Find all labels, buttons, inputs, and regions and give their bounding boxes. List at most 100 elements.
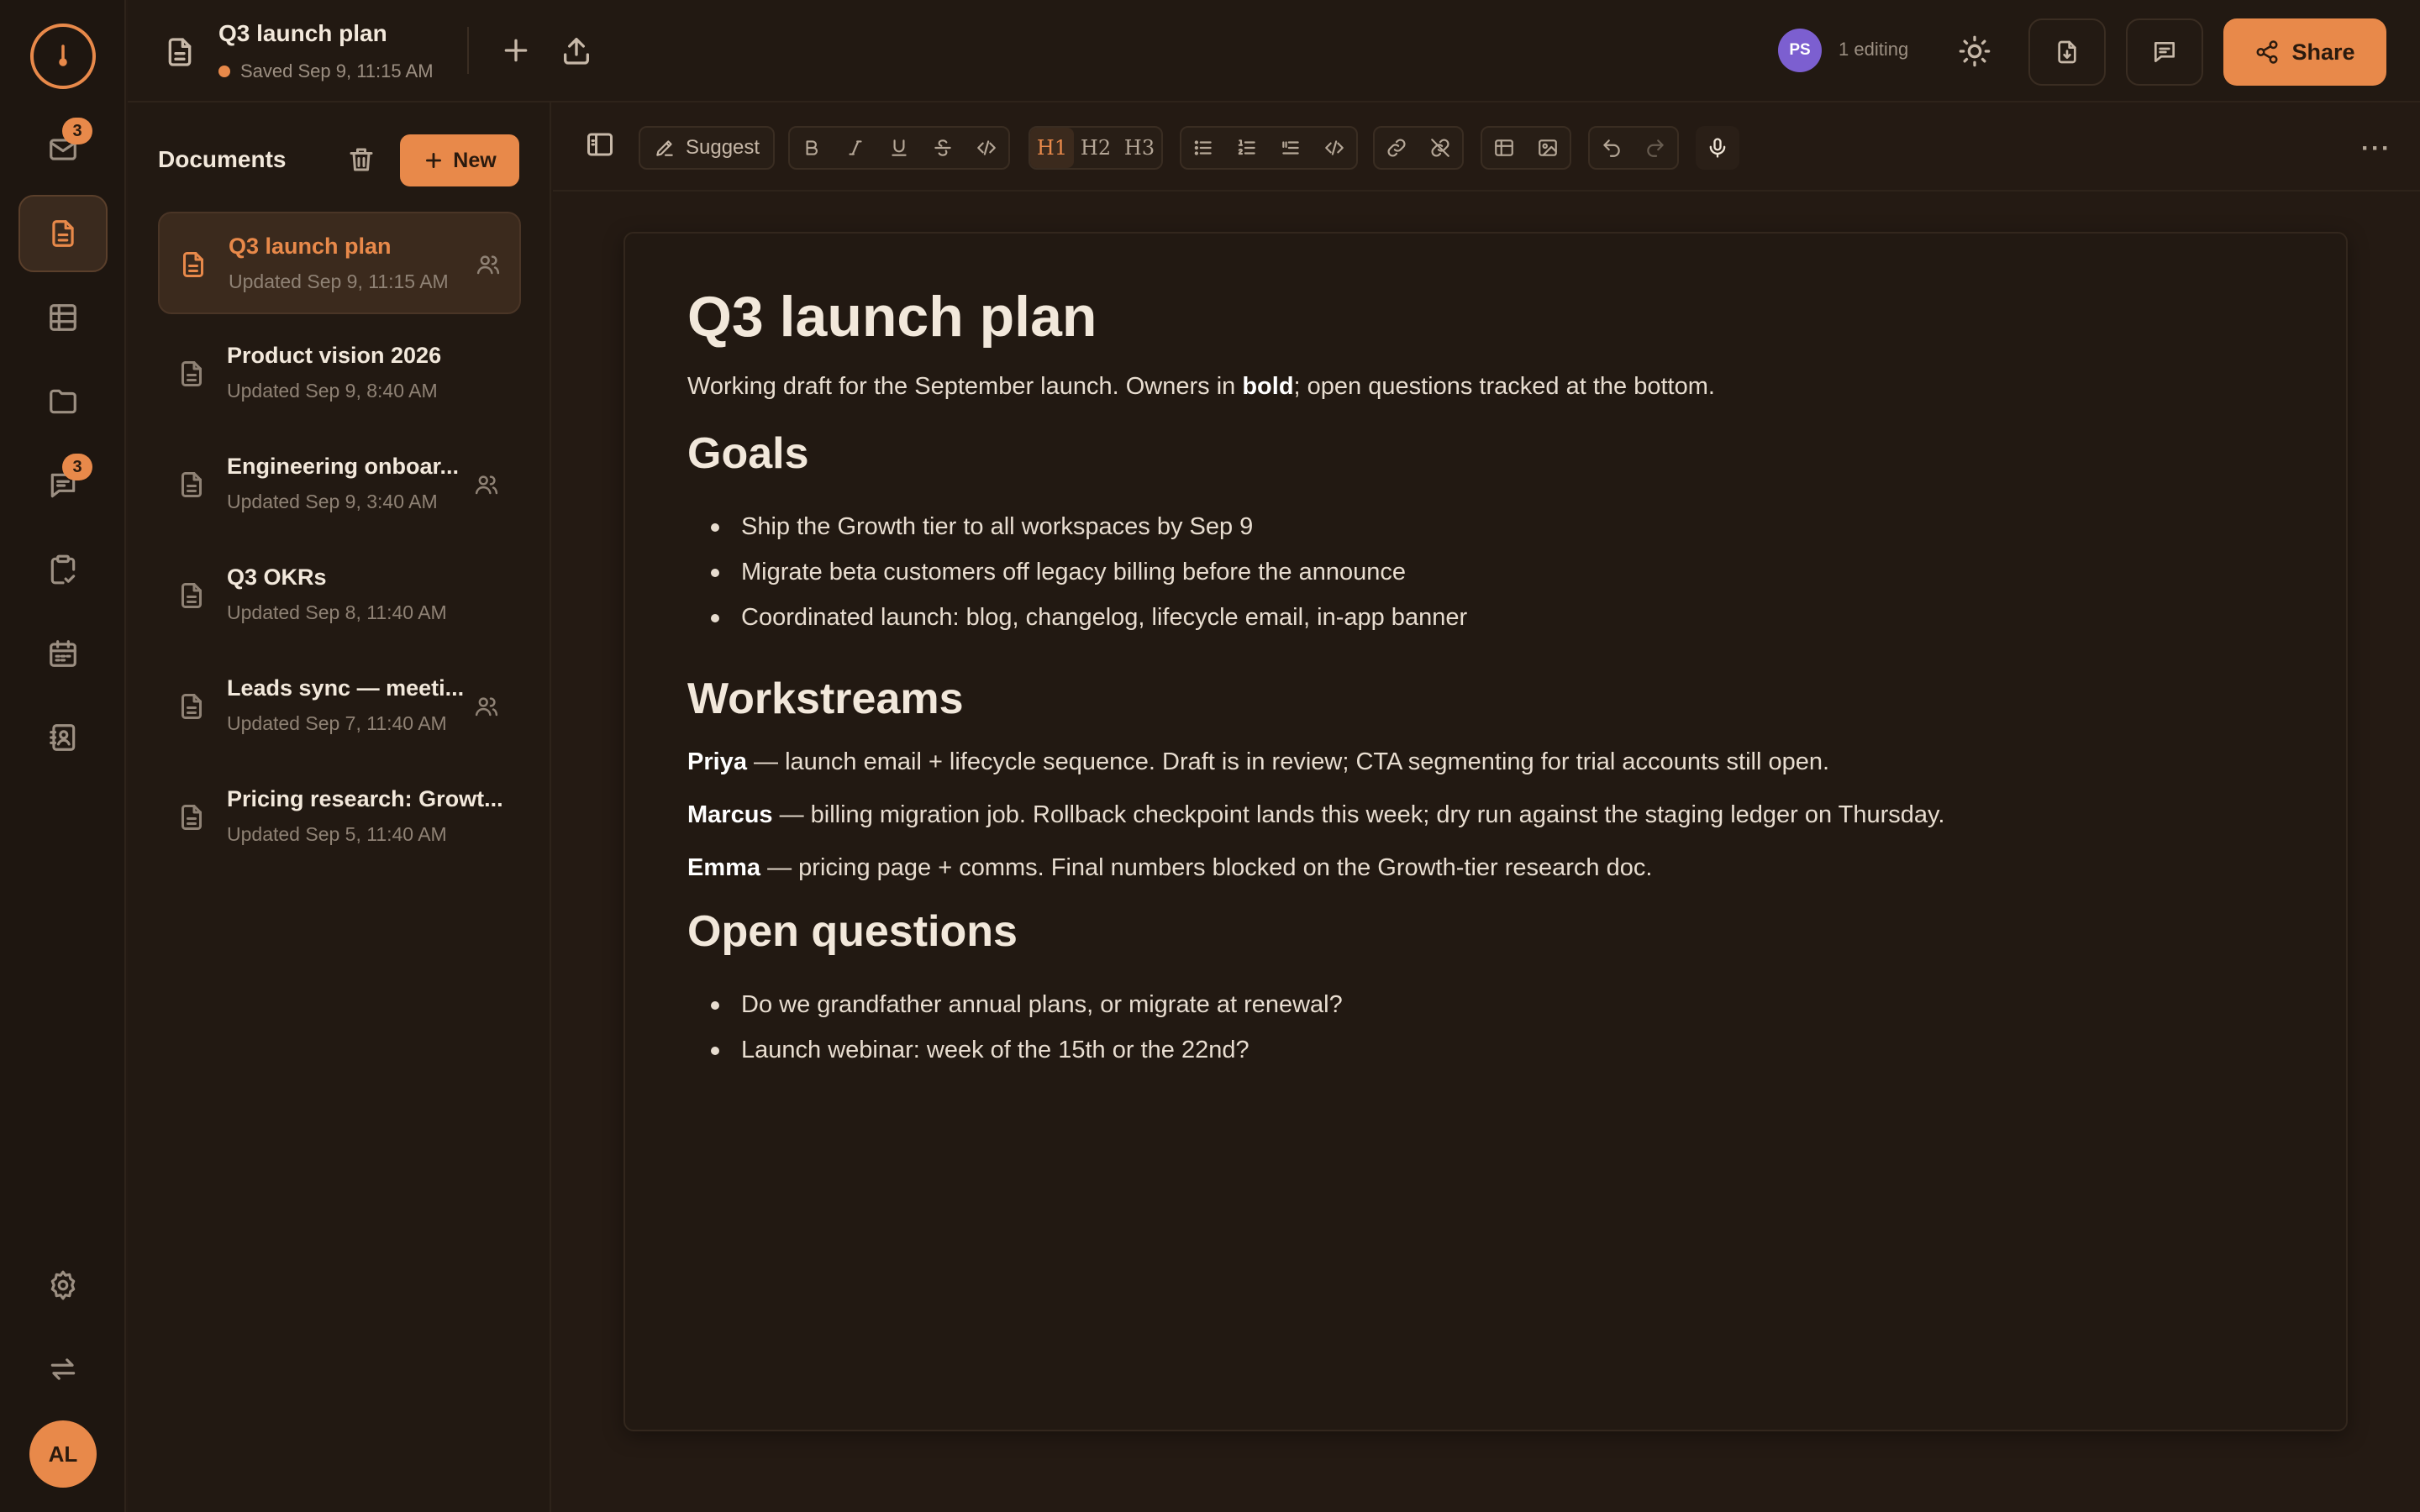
document-item-updated: Updated Sep 7, 11:40 AM [227, 712, 447, 734]
more-options-button[interactable]: ··· [2358, 134, 2395, 162]
app-logo-icon[interactable] [30, 24, 96, 89]
swap-arrows-icon [47, 1353, 79, 1385]
undo-icon [1601, 137, 1623, 159]
insert-image-button[interactable] [1526, 128, 1570, 168]
redo-icon [1644, 137, 1666, 159]
upload-icon[interactable] [560, 34, 593, 67]
document-icon [176, 358, 207, 390]
heading-2-button[interactable]: H2 [1074, 128, 1118, 168]
unlink-button[interactable] [1418, 128, 1462, 168]
underline-button[interactable] [877, 128, 921, 168]
list-group [1180, 126, 1358, 170]
rail-switch-button[interactable] [18, 1331, 108, 1408]
editor-page[interactable]: Q3 launch plan Working draft for the Sep… [623, 232, 2348, 1431]
insert-table-button[interactable] [1482, 128, 1526, 168]
sun-icon[interactable] [1958, 34, 1991, 68]
underline-icon [888, 137, 910, 159]
quote-button[interactable] [1269, 128, 1313, 168]
bold-button[interactable] [790, 128, 834, 168]
list-item: Ship the Growth tier to all workspaces b… [711, 504, 2284, 549]
strikethrough-button[interactable] [921, 128, 965, 168]
document-item-updated: Updated Sep 5, 11:40 AM [227, 823, 447, 845]
undo-button[interactable] [1590, 128, 1634, 168]
document-list-item[interactable]: Pricing research: Growt... Updated Sep 5… [158, 766, 521, 869]
bold-icon [801, 137, 823, 159]
code-block-button[interactable] [1313, 128, 1356, 168]
user-avatar[interactable]: AL [29, 1420, 97, 1488]
contacts-icon [47, 722, 79, 753]
numbered-list-button[interactable] [1225, 128, 1269, 168]
bullet-list-button[interactable] [1181, 128, 1225, 168]
link-icon [1386, 137, 1407, 159]
calendar-icon [47, 638, 79, 669]
rail-documents-button[interactable] [18, 195, 108, 272]
goals-list: Ship the Growth tier to all workspaces b… [711, 504, 2284, 640]
intro-text-end: ; open questions tracked at the bottom. [1293, 373, 1715, 400]
share-icon [2254, 39, 2280, 65]
questions-list: Do we grandfather annual plans, or migra… [711, 982, 2284, 1073]
italic-button[interactable] [834, 128, 877, 168]
quote-icon [1280, 137, 1302, 159]
table-icon [47, 302, 79, 333]
image-icon [1537, 137, 1559, 159]
rail-chat-button[interactable]: 3 [18, 447, 108, 524]
intro-text: Working draft for the September launch. … [687, 373, 1243, 400]
document-list-item[interactable]: Engineering onboar... Updated Sep 9, 3:4… [158, 433, 521, 536]
export-button[interactable] [2028, 18, 2106, 86]
suggest-label: Suggest [686, 136, 760, 159]
microphone-icon [1706, 136, 1729, 160]
numbered-list-icon [1236, 137, 1258, 159]
share-button[interactable]: Share [2223, 18, 2386, 86]
document-item-updated: Updated Sep 9, 3:40 AM [227, 491, 438, 512]
comments-button[interactable] [2126, 18, 2203, 86]
new-document-button[interactable]: New [400, 134, 519, 186]
rail-files-button[interactable] [18, 363, 108, 440]
rail-tasks-button[interactable] [18, 531, 108, 608]
owner-name: Marcus [687, 801, 773, 828]
editor-content[interactable]: Q3 launch plan Working draft for the Sep… [687, 284, 2284, 1073]
app-rail: 3 3 AL [0, 0, 126, 1512]
share-label: Share [2291, 39, 2355, 65]
rail-settings-button[interactable] [18, 1247, 108, 1324]
document-item-title: Leads sync — meeti... [227, 675, 465, 701]
redo-button[interactable] [1634, 128, 1677, 168]
dictation-button[interactable] [1696, 126, 1739, 170]
divider [467, 27, 469, 74]
add-document-icon[interactable] [499, 34, 533, 67]
owner-name: Emma [687, 854, 761, 881]
heading-3-button[interactable]: H3 [1118, 128, 1161, 168]
workstream-paragraph: Priya — launch email + lifecycle sequenc… [687, 736, 2284, 789]
new-label: New [453, 148, 497, 172]
collaborator-avatar[interactable]: PS [1778, 29, 1822, 72]
inline-code-button[interactable] [965, 128, 1008, 168]
intro-bold-text: bold [1242, 373, 1294, 400]
save-status: Saved Sep 9, 11:15 AM [218, 60, 434, 82]
heading-1-button[interactable]: H1 [1030, 128, 1074, 168]
document-icon [176, 690, 207, 722]
document-list-item[interactable]: Leads sync — meeti... Updated Sep 7, 11:… [158, 655, 521, 758]
rail-mail-button[interactable]: 3 [18, 111, 108, 188]
rail-calendar-button[interactable] [18, 615, 108, 692]
trash-icon[interactable] [346, 144, 376, 175]
link-button[interactable] [1375, 128, 1418, 168]
editing-status: 1 editing [1839, 39, 1909, 60]
link-group [1373, 126, 1464, 170]
suggest-button[interactable]: Suggest [640, 136, 773, 160]
document-list-item[interactable]: Q3 OKRs Updated Sep 8, 11:40 AM [158, 544, 521, 647]
heading-group: H1 H2 H3 [1028, 126, 1163, 170]
suggest-group: Suggest [639, 126, 776, 170]
rail-contacts-button[interactable] [18, 699, 108, 776]
documents-sidebar: Documents New Q3 launch plan Updated Sep… [128, 102, 551, 1512]
insert-group [1481, 126, 1571, 170]
folder-icon [47, 386, 79, 417]
workstreams-heading: Workstreams [687, 675, 964, 723]
rail-tables-button[interactable] [18, 279, 108, 356]
document-icon [178, 249, 208, 281]
workstream-text: — launch email + lifecycle sequence. Dra… [746, 748, 1830, 775]
document-item-updated: Updated Sep 9, 8:40 AM [227, 380, 438, 402]
shared-users-icon [474, 694, 499, 719]
document-list-item[interactable]: Q3 launch plan Updated Sep 9, 11:15 AM [158, 212, 521, 314]
toggle-sidebar-icon[interactable] [585, 129, 615, 160]
workstream-paragraph: Marcus — billing migration job. Rollback… [687, 789, 2284, 842]
document-list-item[interactable]: Product vision 2026 Updated Sep 9, 8:40 … [158, 323, 521, 425]
